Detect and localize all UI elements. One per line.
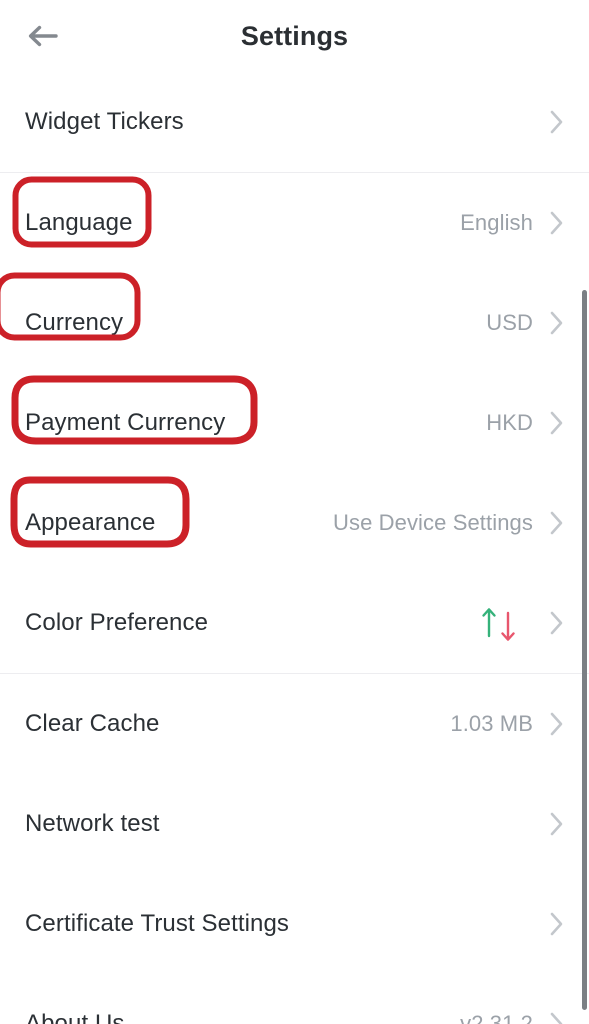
row-accessory: USD [486,310,565,336]
row-color-preference[interactable]: Color Preference [0,573,589,673]
row-label: Widget Tickers [25,108,184,135]
row-label: About Us [25,1010,125,1024]
row-label: Certificate Trust Settings [25,910,290,937]
row-label: Color Preference [25,609,209,636]
section-preferences: Language English Currency USD Payment Cu… [0,173,589,673]
chevron-right-icon [549,510,565,536]
row-label: Payment Currency [25,409,226,436]
up-down-arrows-icon [480,606,517,641]
row-about-us[interactable]: About Us v2.31.2 [0,974,589,1024]
row-accessory [533,911,565,937]
row-certificate-trust-settings[interactable]: Certificate Trust Settings [0,874,589,974]
chevron-right-icon [549,811,565,837]
row-network-test[interactable]: Network test [0,774,589,874]
chevron-right-icon [549,310,565,336]
back-button[interactable] [18,14,66,58]
chevron-right-icon [549,410,565,436]
row-appearance[interactable]: Appearance Use Device Settings [0,473,589,573]
row-currency[interactable]: Currency USD [0,273,589,373]
chevron-right-icon [549,109,565,135]
row-accessory [533,811,565,837]
row-label: Network test [25,810,160,837]
row-label: Clear Cache [25,710,160,737]
row-language[interactable]: Language English [0,173,589,273]
chevron-right-icon [549,610,565,636]
row-accessory: 1.03 MB [450,711,565,737]
row-label: Language [25,209,133,236]
chevron-right-icon [549,1011,565,1024]
row-accessory: v2.31.2 [460,1011,565,1024]
chevron-right-icon [549,210,565,236]
row-accessory: HKD [486,410,565,436]
scrollbar-thumb[interactable] [582,290,587,1010]
row-payment-currency[interactable]: Payment Currency HKD [0,373,589,473]
row-accessory [480,606,565,641]
arrow-left-icon [25,21,59,51]
row-clear-cache[interactable]: Clear Cache 1.03 MB [0,674,589,774]
row-value: HKD [486,410,533,435]
row-accessory [533,109,565,135]
row-value: USD [486,310,533,335]
settings-screen: Settings Widget Tickers Language English [0,0,589,1024]
page-title: Settings [240,20,349,51]
row-value: Use Device Settings [333,510,533,535]
section-system: Clear Cache 1.03 MB Network test Certifi… [0,674,589,1024]
row-label: Appearance [25,509,156,536]
row-accessory: English [460,210,565,236]
chevron-right-icon [549,711,565,737]
row-value: v2.31.2 [460,1011,533,1024]
section-widgets: Widget Tickers [0,72,589,172]
row-widget-tickers[interactable]: Widget Tickers [0,72,589,172]
row-label: Currency [25,309,124,336]
scrollbar-track[interactable] [582,0,589,1024]
row-value: English [460,210,533,235]
row-accessory: Use Device Settings [333,510,565,536]
app-header: Settings [0,0,589,72]
row-value: 1.03 MB [450,711,533,736]
chevron-right-icon [549,911,565,937]
